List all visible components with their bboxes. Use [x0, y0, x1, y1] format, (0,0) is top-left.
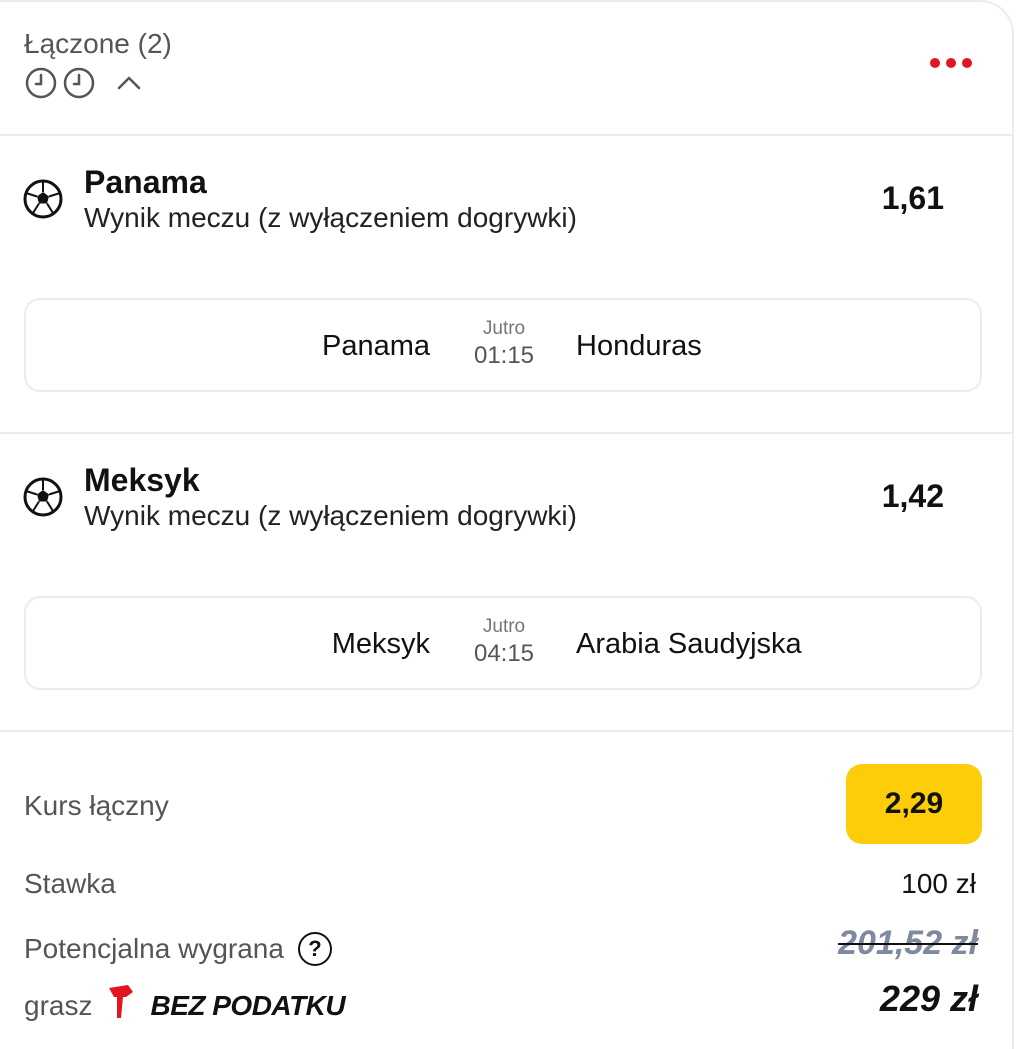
potential-win-value: 229 zł [879, 978, 978, 1019]
match-time: Jutro 01:15 [464, 318, 544, 370]
selection-pick: Panama [84, 164, 207, 200]
clock-icon [62, 66, 96, 100]
potential-win-row: Potencjalna wygrana ? [24, 932, 332, 966]
match-hour: 04:15 [473, 640, 535, 667]
total-odds-badge: 2,29 [846, 764, 982, 844]
match-time: Jutro 04:15 [464, 616, 544, 668]
selection-odds: 1,61 [881, 180, 944, 216]
selection-item: Meksyk Wynik meczu (z wyłączeniem dogryw… [0, 434, 1012, 732]
bet-type-label: Łączone (2) [24, 28, 172, 59]
betslip-card: Łączone (2) Panama Wynik meczu (z wyłącz… [0, 0, 1014, 1049]
match-hour: 01:15 [473, 342, 535, 369]
stake-label: Stawka [24, 868, 116, 899]
more-dots-icon[interactable] [930, 58, 972, 68]
home-team: Panama [321, 330, 430, 362]
match-card[interactable]: Meksyk Jutro 04:15 Arabia Saudyjska [24, 596, 982, 690]
tax-free-row: grasz BEZ PODATKU [24, 984, 346, 1027]
betslip-header: Łączone (2) [0, 2, 1012, 136]
selection-market: Wynik meczu (z wyłączeniem dogrywki) [84, 202, 577, 233]
away-team: Honduras [576, 330, 702, 362]
chevron-up-icon[interactable] [112, 66, 146, 100]
grasz-label: grasz [24, 989, 93, 1021]
hammer-logo-icon [106, 984, 136, 1027]
football-icon [22, 476, 64, 518]
selection-pick: Meksyk [84, 462, 200, 498]
match-day: Jutro [482, 616, 526, 637]
tax-free-label: BEZ PODATKU [150, 989, 346, 1021]
potential-win-label: Potencjalna wygrana [24, 933, 284, 964]
selection-odds: 1,42 [881, 478, 944, 514]
away-team: Arabia Saudyjska [576, 628, 802, 660]
home-team: Meksyk [331, 628, 430, 660]
clock-icon [24, 66, 58, 100]
selection-item: Panama Wynik meczu (z wyłączeniem dogryw… [0, 136, 1012, 434]
total-odds-label: Kurs łączny [24, 790, 169, 821]
potential-win-old: 201,52 zł [838, 924, 978, 962]
match-card[interactable]: Panama Jutro 01:15 Honduras [24, 298, 982, 392]
selection-market: Wynik meczu (z wyłączeniem dogrywki) [84, 500, 577, 531]
betslip-summary: Kurs łączny 2,29 Stawka 100 zł Potencjal… [0, 732, 1012, 1049]
football-icon [22, 178, 64, 220]
header-icons [24, 66, 146, 100]
stake-value: 100 zł [901, 868, 976, 899]
match-day: Jutro [482, 318, 526, 339]
help-icon[interactable]: ? [297, 932, 332, 966]
